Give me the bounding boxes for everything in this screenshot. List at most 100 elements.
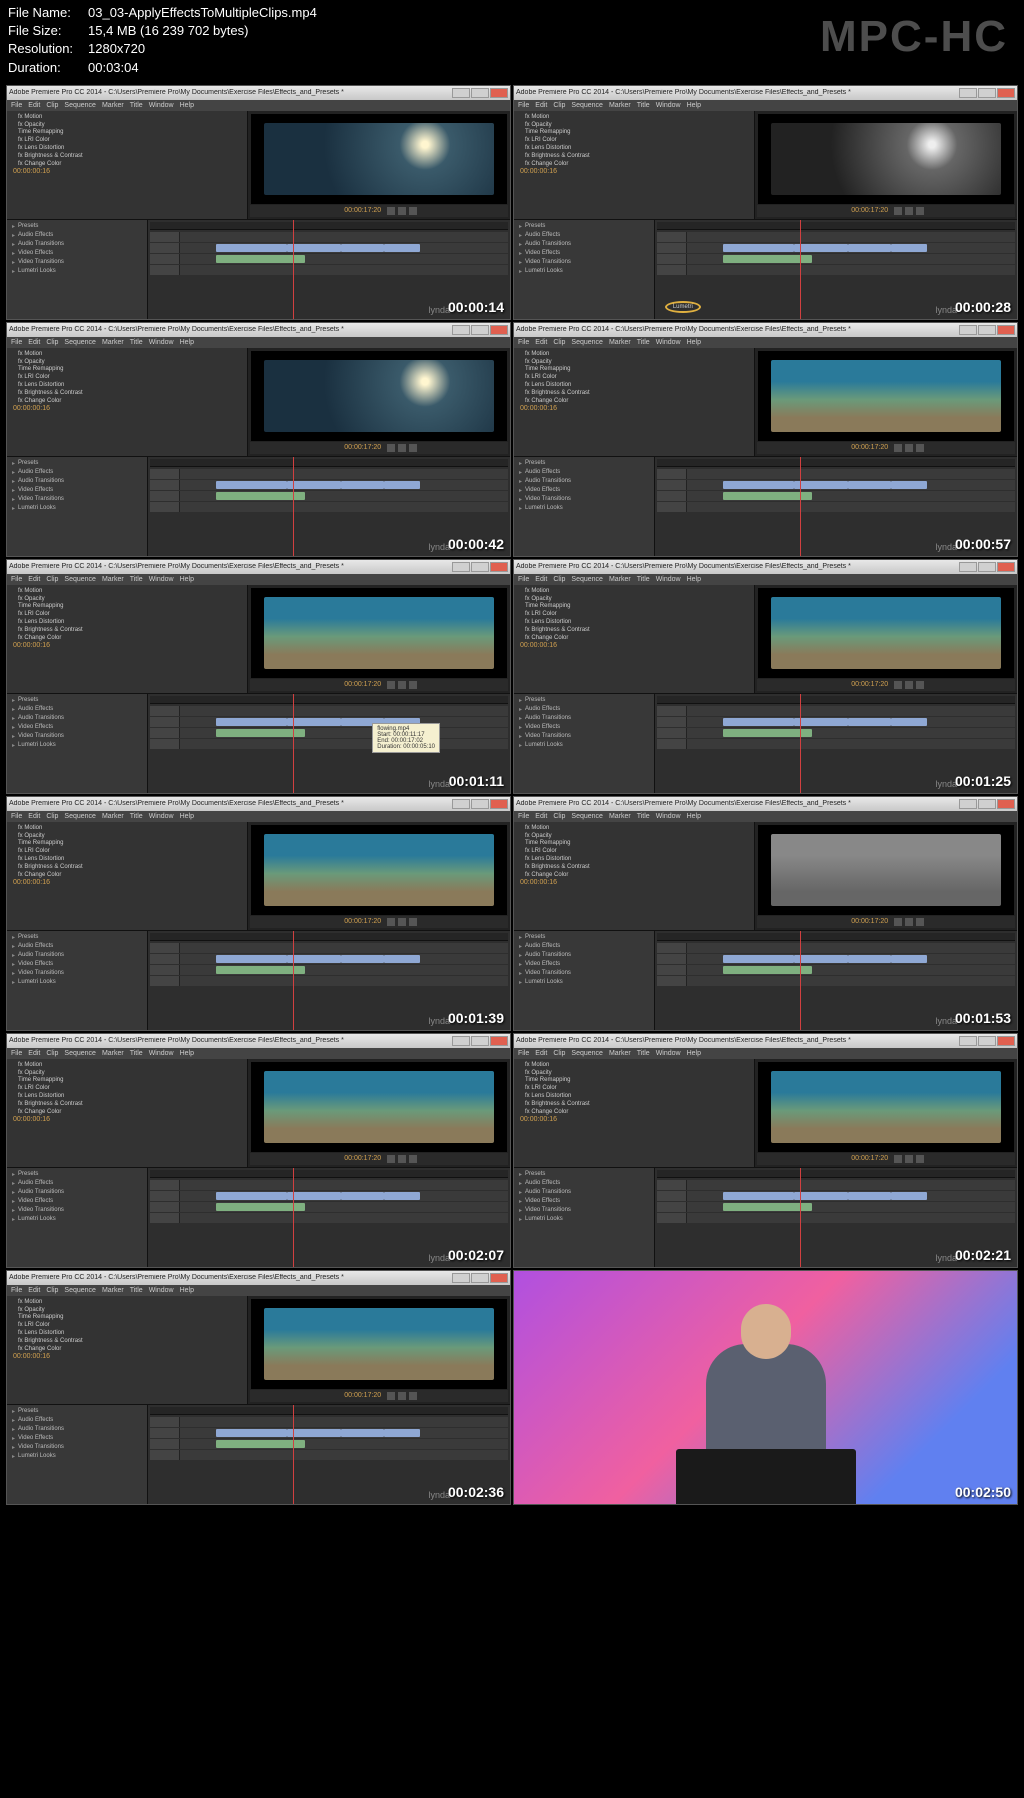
- menu-item[interactable]: Title: [130, 339, 143, 346]
- effect-control-item[interactable]: Time Remapping: [517, 840, 751, 848]
- effects-folder[interactable]: Video Effects: [516, 249, 652, 258]
- timeline-track[interactable]: [657, 232, 1015, 242]
- playhead[interactable]: [800, 931, 801, 1030]
- effect-controls-panel[interactable]: fx Motionfx OpacityTime Remappingfx LRI …: [7, 111, 248, 219]
- menu-item[interactable]: Clip: [553, 102, 565, 109]
- playhead[interactable]: [800, 1168, 801, 1267]
- effect-control-item[interactable]: fx Brightness & Contrast: [10, 390, 244, 398]
- track-header[interactable]: [150, 254, 180, 264]
- close-button[interactable]: [490, 1273, 508, 1283]
- menu-item[interactable]: File: [518, 813, 529, 820]
- minimize-button[interactable]: [959, 799, 977, 809]
- timeline-track[interactable]: [150, 965, 508, 975]
- timeline-track[interactable]: [657, 480, 1015, 490]
- effects-browser[interactable]: PresetsAudio EffectsAudio TransitionsVid…: [514, 220, 655, 319]
- play-button[interactable]: [387, 207, 395, 215]
- menu-item[interactable]: Help: [180, 813, 194, 820]
- menu-item[interactable]: Marker: [102, 1287, 124, 1294]
- track-header[interactable]: [150, 232, 180, 242]
- effects-folder[interactable]: Audio Transitions: [516, 714, 652, 723]
- effect-control-item[interactable]: fx Brightness & Contrast: [10, 864, 244, 872]
- effects-folder[interactable]: Audio Effects: [9, 231, 145, 240]
- window-titlebar[interactable]: Adobe Premiere Pro CC 2014 - C:\Users\Pr…: [514, 1034, 1017, 1048]
- menu-item[interactable]: Sequence: [64, 102, 96, 109]
- effect-control-item[interactable]: fx LRI Color: [517, 848, 751, 856]
- timeline-track[interactable]: [150, 491, 508, 501]
- play-button[interactable]: [894, 681, 902, 689]
- effect-control-item[interactable]: fx Change Color: [10, 1109, 244, 1117]
- track-header[interactable]: [150, 469, 180, 479]
- effect-control-item[interactable]: fx Brightness & Contrast: [10, 153, 244, 161]
- effect-control-item[interactable]: fx Lens Distortion: [10, 1093, 244, 1101]
- window-titlebar[interactable]: Adobe Premiere Pro CC 2014 - C:\Users\Pr…: [514, 323, 1017, 337]
- window-titlebar[interactable]: Adobe Premiere Pro CC 2014 - C:\Users\Pr…: [7, 560, 510, 574]
- track-header[interactable]: [657, 954, 687, 964]
- timeline-ruler[interactable]: [150, 1407, 508, 1415]
- track-header[interactable]: [150, 1213, 180, 1223]
- minimize-button[interactable]: [959, 562, 977, 572]
- step-forward-button[interactable]: [916, 918, 924, 926]
- menu-item[interactable]: Title: [130, 1050, 143, 1057]
- track-header[interactable]: [657, 717, 687, 727]
- track-header[interactable]: [657, 1191, 687, 1201]
- effects-folder[interactable]: Presets: [9, 933, 145, 942]
- step-forward-button[interactable]: [409, 207, 417, 215]
- track-header[interactable]: [150, 728, 180, 738]
- menu-item[interactable]: Edit: [28, 576, 40, 583]
- menu-item[interactable]: Edit: [535, 1050, 547, 1057]
- effect-control-item[interactable]: Time Remapping: [10, 603, 244, 611]
- track-header[interactable]: [150, 1439, 180, 1449]
- effects-folder[interactable]: Video Transitions: [9, 495, 145, 504]
- minimize-button[interactable]: [959, 1036, 977, 1046]
- effects-browser[interactable]: PresetsAudio EffectsAudio TransitionsVid…: [7, 1405, 148, 1504]
- playhead[interactable]: [293, 1168, 294, 1267]
- track-header[interactable]: [657, 1202, 687, 1212]
- menu-item[interactable]: Clip: [553, 576, 565, 583]
- menu-item[interactable]: Help: [687, 576, 701, 583]
- timeline-ruler[interactable]: [150, 459, 508, 467]
- effect-control-item[interactable]: Time Remapping: [517, 129, 751, 137]
- menu-item[interactable]: Window: [149, 813, 174, 820]
- timeline-track[interactable]: [150, 717, 508, 727]
- effect-control-item[interactable]: fx Change Color: [10, 872, 244, 880]
- menu-item[interactable]: Edit: [535, 102, 547, 109]
- menu-item[interactable]: Title: [637, 339, 650, 346]
- menu-item[interactable]: Sequence: [64, 1287, 96, 1294]
- effects-folder[interactable]: Lumetri Looks: [516, 1215, 652, 1224]
- effects-folder[interactable]: Lumetri Looks: [9, 504, 145, 513]
- effects-folder[interactable]: Lumetri Looks: [9, 1452, 145, 1461]
- effects-folder[interactable]: Video Transitions: [9, 732, 145, 741]
- play-button[interactable]: [387, 444, 395, 452]
- effects-folder[interactable]: Presets: [516, 696, 652, 705]
- menu-item[interactable]: Sequence: [571, 102, 603, 109]
- effect-control-item[interactable]: Time Remapping: [10, 1314, 244, 1322]
- effect-control-item[interactable]: fx Brightness & Contrast: [517, 390, 751, 398]
- effect-control-item[interactable]: fx Motion: [517, 351, 751, 359]
- menu-item[interactable]: Window: [149, 1050, 174, 1057]
- thumbnail-1[interactable]: Adobe Premiere Pro CC 2014 - C:\Users\Pr…: [513, 85, 1018, 320]
- effect-control-item[interactable]: Time Remapping: [517, 366, 751, 374]
- effects-folder[interactable]: Audio Effects: [9, 468, 145, 477]
- effects-folder[interactable]: Presets: [516, 459, 652, 468]
- preview-viewport[interactable]: [251, 114, 507, 204]
- timeline-track[interactable]: [657, 717, 1015, 727]
- preview-viewport[interactable]: [758, 588, 1014, 678]
- menu-item[interactable]: Edit: [28, 102, 40, 109]
- track-header[interactable]: [657, 232, 687, 242]
- menu-item[interactable]: Title: [130, 102, 143, 109]
- track-header[interactable]: [150, 739, 180, 749]
- effect-controls-panel[interactable]: fx Motionfx OpacityTime Remappingfx LRI …: [7, 585, 248, 693]
- step-back-button[interactable]: [398, 1155, 406, 1163]
- step-back-button[interactable]: [905, 444, 913, 452]
- effects-folder[interactable]: Lumetri Looks: [516, 504, 652, 513]
- track-header[interactable]: [150, 265, 180, 275]
- step-forward-button[interactable]: [409, 444, 417, 452]
- menu-item[interactable]: Edit: [535, 813, 547, 820]
- close-button[interactable]: [490, 1036, 508, 1046]
- track-header[interactable]: [657, 254, 687, 264]
- effects-folder[interactable]: Video Transitions: [516, 732, 652, 741]
- effects-folder[interactable]: Lumetri Looks: [9, 267, 145, 276]
- track-header[interactable]: [657, 1180, 687, 1190]
- timeline-track[interactable]: [657, 469, 1015, 479]
- effect-control-item[interactable]: fx Change Color: [517, 161, 751, 169]
